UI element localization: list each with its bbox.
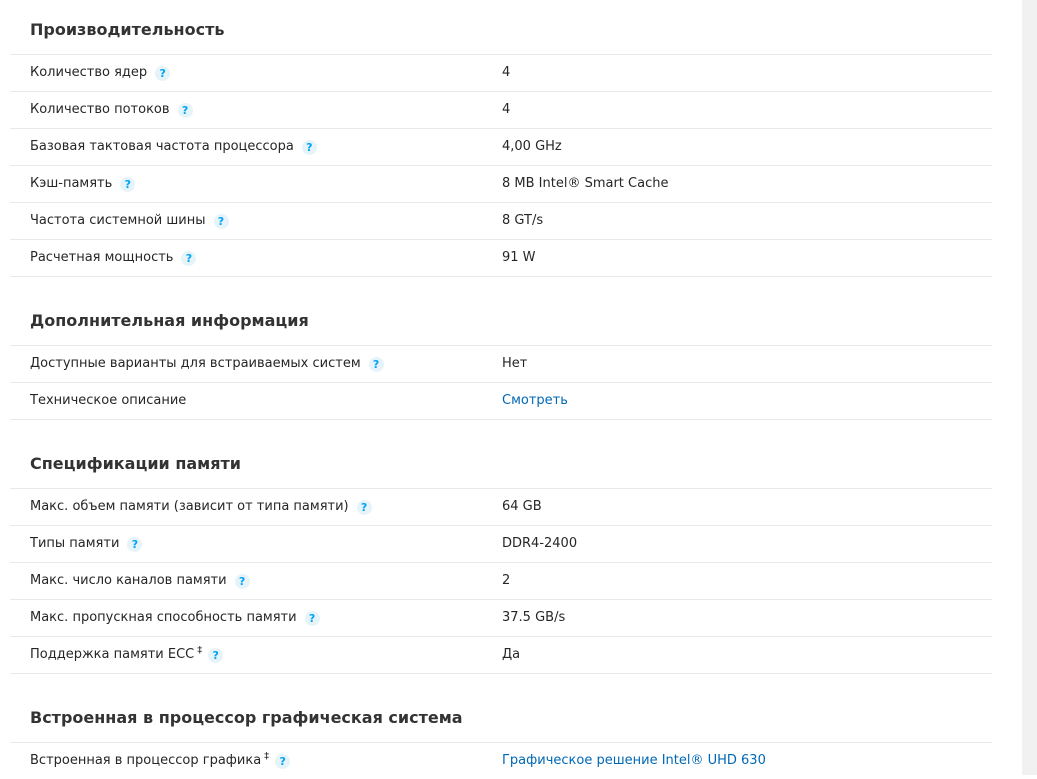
help-icon[interactable]: ? xyxy=(181,250,197,266)
section-title-performance: Производительность xyxy=(30,20,225,39)
spec-label: Доступные варианты для встраиваемых сист… xyxy=(30,356,361,371)
spec-label: Макс. число каналов памяти xyxy=(30,573,227,588)
spec-label: Макс. объем памяти (зависит от типа памя… xyxy=(30,499,349,514)
help-icon[interactable]: ? xyxy=(120,176,136,192)
spec-row-tdp: Расчетная мощность? 91 W xyxy=(10,239,992,277)
spec-value: 2 xyxy=(502,573,511,588)
spec-label: Техническое описание xyxy=(30,393,187,408)
help-icon[interactable]: ? xyxy=(356,499,372,515)
spec-label: Кэш-память xyxy=(30,176,113,191)
help-icon[interactable]: ? xyxy=(155,65,171,81)
spec-value: 37.5 GB/s xyxy=(502,610,566,625)
spec-label: Частота системной шины xyxy=(30,213,206,228)
spec-label: Встроенная в процессор графика xyxy=(30,753,262,768)
help-icon[interactable]: ? xyxy=(275,753,291,769)
spec-label: Количество потоков xyxy=(30,102,170,117)
spec-value: DDR4-2400 xyxy=(502,536,578,551)
scrollbar-track[interactable] xyxy=(1022,0,1037,775)
spec-label: Базовая тактовая частота процессора xyxy=(30,139,294,154)
spec-value: 64 GB xyxy=(502,499,542,514)
spec-label: Макс. пропускная способность памяти xyxy=(30,610,297,625)
spec-row-embedded-options: Доступные варианты для встраиваемых сист… xyxy=(10,345,992,382)
spec-value: 4,00 GHz xyxy=(502,139,562,154)
spec-label: Расчетная мощность xyxy=(30,250,174,265)
spec-row-ecc-support: Поддержка памяти ECC ‡? Да xyxy=(10,636,992,674)
help-icon[interactable]: ? xyxy=(304,610,320,626)
help-icon[interactable]: ? xyxy=(368,356,384,372)
graphics-link[interactable]: Графическое решение Intel® UHD 630 xyxy=(502,743,766,779)
help-icon[interactable]: ? xyxy=(234,573,250,589)
section-title-additional-info: Дополнительная информация xyxy=(30,311,309,330)
spec-row-memory-bandwidth: Макс. пропускная способность памяти? 37.… xyxy=(10,599,992,636)
footnote-dagger: ‡ xyxy=(264,751,270,762)
spec-value: 91 W xyxy=(502,250,536,265)
spec-value: Нет xyxy=(502,356,528,371)
spec-value: 8 GT/s xyxy=(502,213,544,228)
spec-label: Поддержка памяти ECC xyxy=(30,647,195,662)
spec-value: 8 MB Intel® Smart Cache xyxy=(502,176,669,191)
spec-row-memory-channels: Макс. число каналов памяти? 2 xyxy=(10,562,992,599)
spec-row-processor-graphics: Встроенная в процессор графика ‡? Графиче… xyxy=(10,742,992,779)
help-icon[interactable]: ? xyxy=(213,213,229,229)
help-icon[interactable]: ? xyxy=(127,536,143,552)
spec-row-base-frequency: Базовая тактовая частота процессора? 4,0… xyxy=(10,128,992,165)
spec-row-bus-speed: Частота системной шины? 8 GT/s xyxy=(10,202,992,239)
spec-label: Типы памяти xyxy=(30,536,120,551)
help-icon[interactable]: ? xyxy=(177,102,193,118)
spec-row-cache: Кэш-память? 8 MB Intel® Smart Cache xyxy=(10,165,992,202)
spec-row-cores: Количество ядер? 4 xyxy=(10,54,992,91)
spec-value: 4 xyxy=(502,65,511,80)
section-title-memory-specs: Спецификации памяти xyxy=(30,454,241,473)
spec-row-threads: Количество потоков? 4 xyxy=(10,91,992,128)
spec-row-memory-types: Типы памяти? DDR4-2400 xyxy=(10,525,992,562)
spec-value: 4 xyxy=(502,102,511,117)
spec-label: Количество ядер xyxy=(30,65,148,80)
spec-row-datasheet: Техническое описание Смотреть xyxy=(10,382,992,420)
spec-row-max-memory: Макс. объем памяти (зависит от типа памя… xyxy=(10,488,992,525)
footnote-dagger: ‡ xyxy=(197,645,203,656)
section-title-integrated-graphics: Встроенная в процессор графическая систе… xyxy=(30,708,463,727)
spec-value: Да xyxy=(502,647,521,662)
help-icon[interactable]: ? xyxy=(301,139,317,155)
help-icon[interactable]: ? xyxy=(208,647,224,663)
datasheet-link[interactable]: Смотреть xyxy=(502,383,568,419)
